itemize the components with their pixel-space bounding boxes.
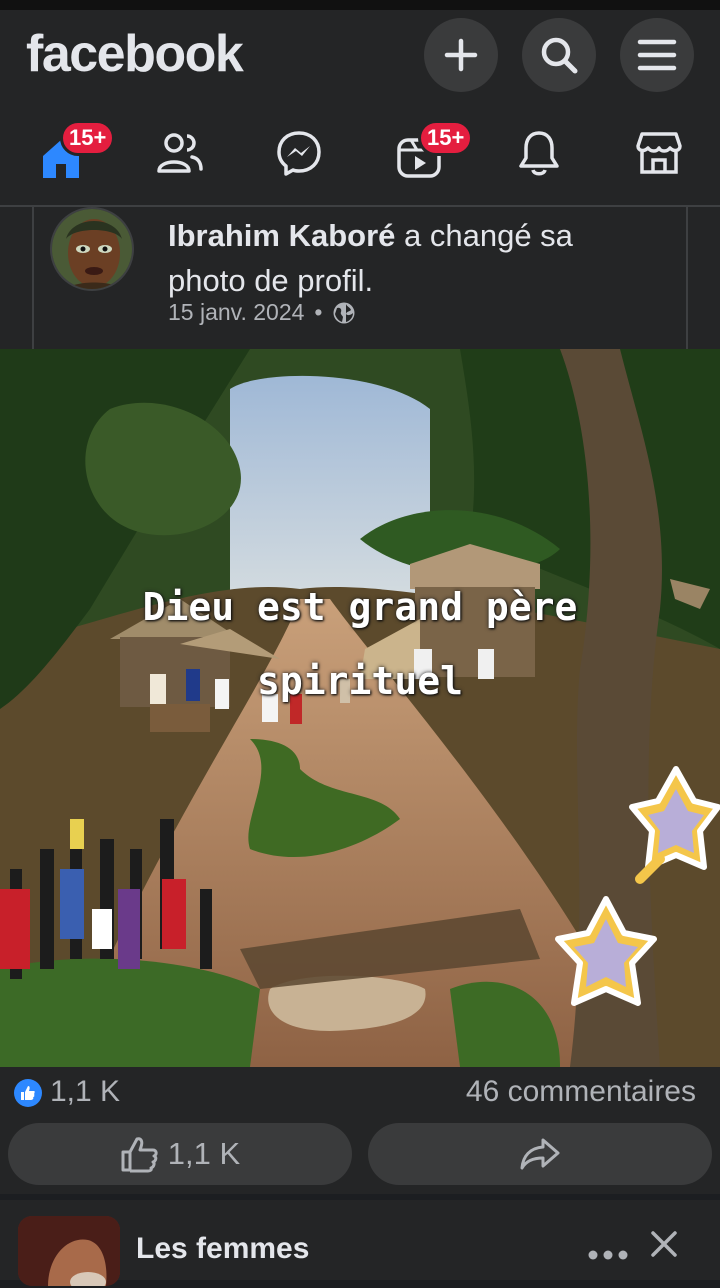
- next-post-thumbnail[interactable]: [18, 1216, 120, 1286]
- search-button[interactable]: [522, 18, 596, 92]
- more-options-button[interactable]: [588, 1230, 628, 1269]
- home-badge: 15+: [60, 120, 116, 156]
- menu-icon: [637, 39, 677, 71]
- reels-badge: 15+: [418, 120, 474, 156]
- meta-separator: •: [314, 299, 323, 325]
- like-icon: [121, 1137, 158, 1173]
- tab-home[interactable]: 15+: [16, 118, 116, 188]
- next-post-thumbnail-image: [18, 1216, 120, 1286]
- image-caption-line1: Dieu est grand père: [142, 585, 578, 629]
- image-caption-line2: spirituel: [257, 659, 463, 703]
- tab-friends[interactable]: [135, 118, 225, 188]
- post-date[interactable]: 15 janv. 2024: [168, 299, 304, 326]
- close-icon: [651, 1231, 677, 1257]
- share-icon: [520, 1138, 560, 1170]
- avatar[interactable]: [50, 207, 134, 291]
- next-post: Les femmes: [0, 1200, 720, 1286]
- facebook-logo[interactable]: facebook: [26, 24, 244, 84]
- top-bar: facebook 15+ 15+: [0, 0, 720, 205]
- feed-post: Ibrahim Kaboré a changé sa photo de prof…: [0, 207, 720, 1194]
- plus-icon: [444, 38, 478, 72]
- status-strip: [0, 0, 720, 10]
- comments-count[interactable]: 46 commentaires: [466, 1075, 696, 1109]
- search-icon: [541, 37, 578, 74]
- likes-count[interactable]: 1,1 K: [50, 1075, 120, 1109]
- more-icon: [588, 1250, 628, 1260]
- messenger-icon: [277, 131, 321, 176]
- post-image[interactable]: Dieu est grand père spirituel: [0, 349, 720, 1067]
- tab-marketplace[interactable]: [614, 118, 704, 188]
- tab-messenger[interactable]: [254, 118, 344, 188]
- author-name[interactable]: Ibrahim Kaboré: [168, 218, 395, 253]
- thumbs-up-icon: [21, 1086, 35, 1100]
- close-post-button[interactable]: [650, 1230, 678, 1263]
- tab-bar: 15+ 15+: [0, 118, 720, 188]
- marketplace-icon: [636, 132, 682, 174]
- like-reaction-icon[interactable]: [14, 1079, 42, 1107]
- reactions-bar: 1,1 K 46 commentaires: [0, 1069, 720, 1119]
- tab-notifications[interactable]: [494, 118, 584, 188]
- post-header-text: Ibrahim Kaboré a changé sa photo de prof…: [168, 213, 638, 303]
- like-button[interactable]: 1,1 K: [8, 1123, 352, 1185]
- share-button[interactable]: [368, 1123, 712, 1185]
- village-scene: [0, 349, 720, 1067]
- post-meta: 15 janv. 2024 •: [168, 299, 356, 326]
- next-post-title[interactable]: Les femmes: [136, 1232, 309, 1266]
- avatar-image: [52, 209, 132, 289]
- next-post-red-text: [268, 1268, 398, 1288]
- create-button[interactable]: [424, 18, 498, 92]
- friends-icon: [157, 133, 203, 173]
- like-button-count: 1,1 K: [167, 1136, 241, 1171]
- menu-button[interactable]: [620, 18, 694, 92]
- shared-frame-right: [686, 207, 688, 349]
- bell-icon: [519, 131, 559, 176]
- shared-frame-left: [32, 207, 34, 349]
- globe-icon: [333, 302, 355, 323]
- tab-reels[interactable]: 15+: [374, 118, 474, 188]
